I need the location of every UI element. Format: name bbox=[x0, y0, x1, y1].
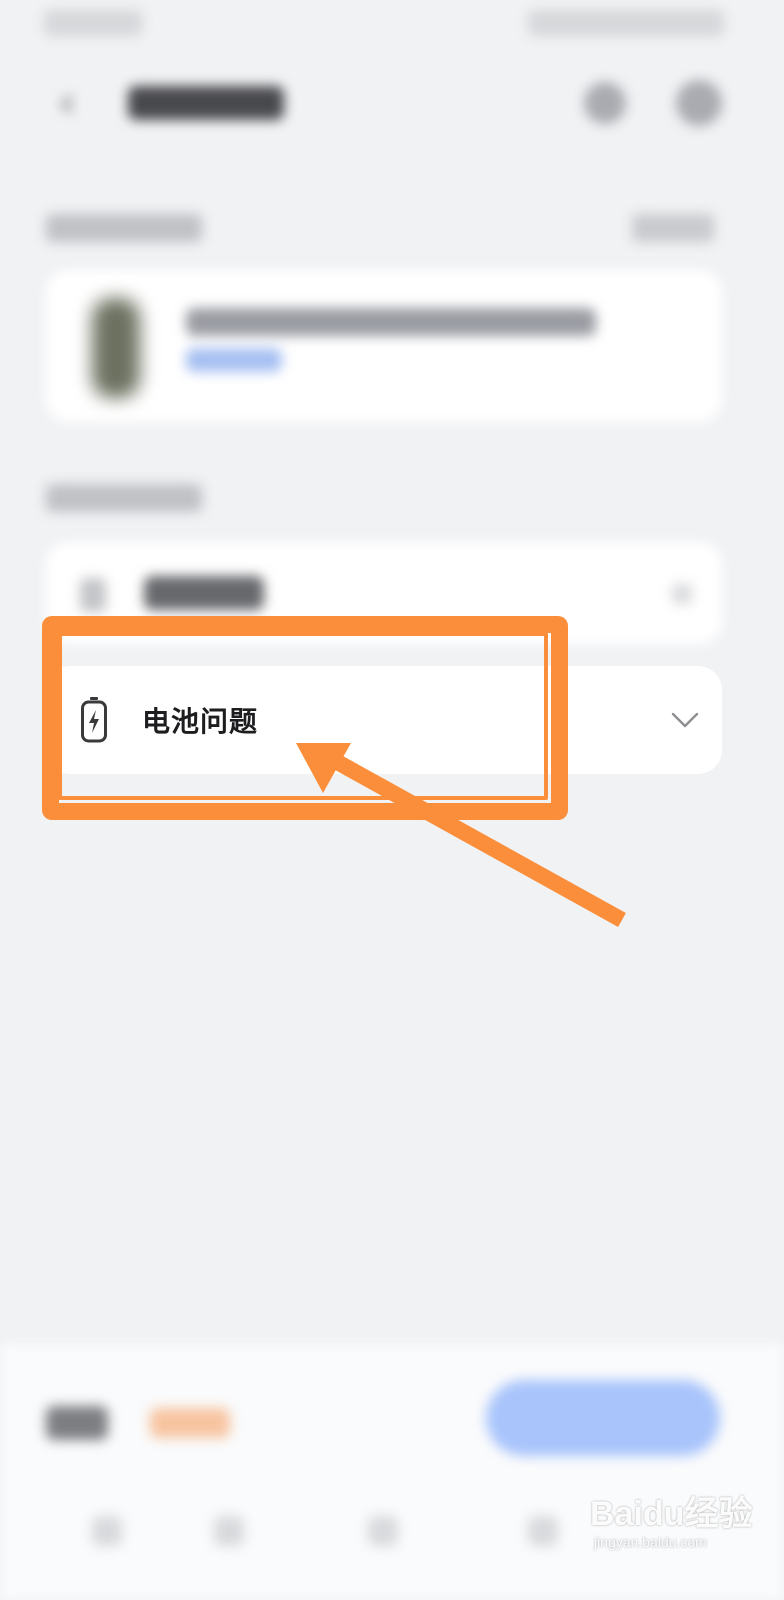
section-title-device bbox=[46, 214, 202, 242]
nav-tab-icon[interactable] bbox=[368, 1516, 398, 1546]
nav-tab-icon[interactable] bbox=[528, 1516, 558, 1546]
chevron-down-icon bbox=[672, 584, 692, 604]
device-card[interactable] bbox=[46, 270, 722, 422]
problem-item-icon bbox=[80, 578, 106, 612]
battery-charging-icon bbox=[81, 697, 107, 743]
battery-problem-label: 电池问题 bbox=[142, 705, 259, 738]
nav-tab-icon[interactable] bbox=[92, 1516, 122, 1546]
header-action-icon[interactable] bbox=[584, 82, 626, 124]
status-bar-indicators bbox=[528, 10, 724, 36]
device-image bbox=[92, 298, 140, 398]
header-more-icon[interactable] bbox=[676, 80, 722, 126]
primary-action-button[interactable] bbox=[486, 1380, 720, 1456]
problem-item-label bbox=[144, 576, 264, 610]
nav-tab-icon[interactable] bbox=[214, 1516, 244, 1546]
bottom-summary-value bbox=[150, 1408, 230, 1438]
device-tag bbox=[186, 348, 282, 372]
section-more-link[interactable] bbox=[632, 214, 714, 242]
chevron-down-icon[interactable] bbox=[670, 706, 700, 734]
back-arrow-icon[interactable]: ‹ bbox=[50, 83, 84, 123]
section-title-problems bbox=[46, 484, 202, 512]
status-bar-time bbox=[44, 10, 142, 36]
device-name bbox=[186, 308, 596, 336]
bottom-summary-label bbox=[46, 1406, 108, 1440]
page-title bbox=[128, 86, 284, 120]
